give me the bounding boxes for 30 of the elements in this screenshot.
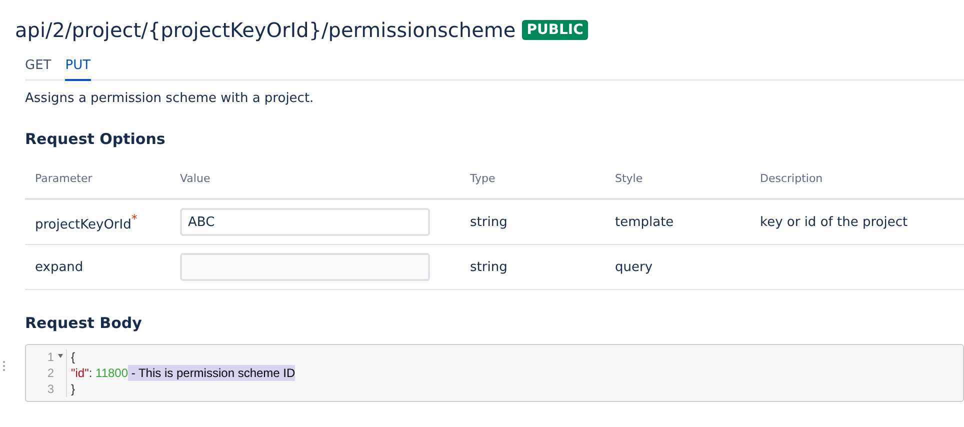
code-line: "id": 11800 - This is permission scheme ID bbox=[66, 365, 963, 381]
code-line: } bbox=[66, 381, 963, 397]
code-editor[interactable]: 1 { 2 "id": 11800 - This is permission scheme ID 3 } bbox=[25, 344, 964, 402]
column-header: Value bbox=[170, 158, 460, 199]
type-text: string bbox=[470, 214, 508, 230]
column-header: Description bbox=[750, 158, 964, 199]
parameter-name: projectKeyOrId bbox=[35, 217, 132, 232]
method-tab[interactable]: PUT bbox=[65, 54, 91, 81]
endpoint-description: Assigns a permission scheme with a project. bbox=[25, 91, 315, 106]
public-badge: PUBLIC bbox=[522, 20, 588, 40]
column-header: Type bbox=[460, 158, 605, 199]
style-text: template bbox=[615, 214, 674, 230]
value-input-field[interactable]: ABC bbox=[180, 208, 430, 236]
fold-caret-icon[interactable] bbox=[58, 354, 63, 358]
value-input-field[interactable] bbox=[180, 253, 430, 281]
description-text: key or id of the project bbox=[760, 214, 908, 230]
style-text: query bbox=[615, 260, 653, 274]
line-number: 3 bbox=[46, 381, 55, 397]
required-mark: * bbox=[131, 212, 138, 226]
column-header: Style bbox=[605, 158, 750, 199]
line-number: 1 bbox=[46, 349, 55, 365]
section-heading: Request Options bbox=[25, 130, 166, 148]
drag-handle-icon[interactable] bbox=[2, 360, 6, 372]
parameter-name: expand bbox=[35, 260, 84, 274]
section-heading: Request Body bbox=[25, 314, 143, 332]
type-text: string bbox=[470, 260, 508, 274]
line-number: 2 bbox=[46, 365, 55, 381]
method-tab[interactable]: GET bbox=[25, 54, 52, 81]
endpoint-title: api/2/project/{projectKeyOrId}/permissionscheme bbox=[15, 18, 516, 42]
column-header: Parameter bbox=[25, 158, 170, 199]
